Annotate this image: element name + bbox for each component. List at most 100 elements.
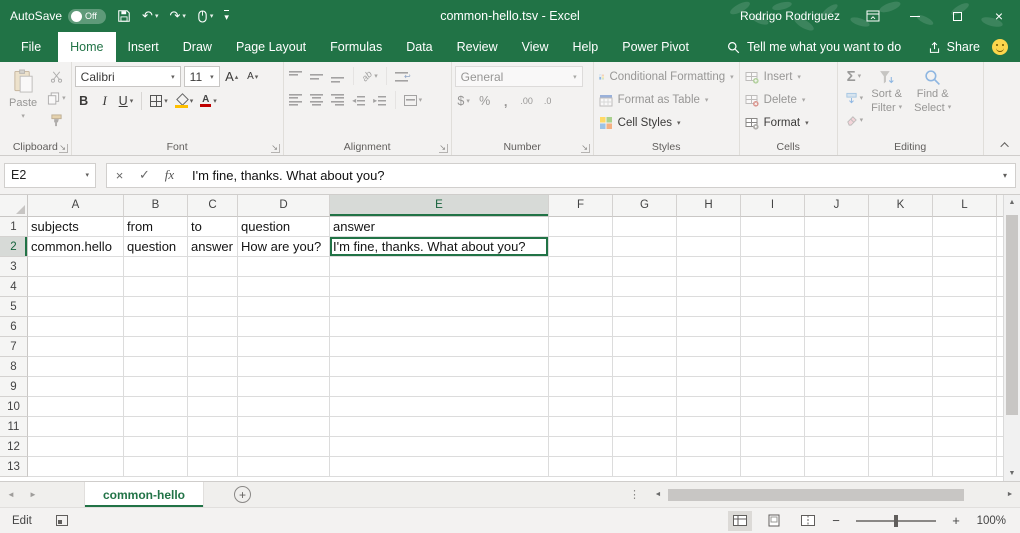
wrap-text-button[interactable]: ↩ (393, 66, 411, 86)
conditional-formatting-button[interactable]: Conditional Formatting ▾ (597, 66, 736, 88)
cell-j1[interactable] (805, 217, 869, 237)
vertical-scrollbar[interactable]: ▲ ▼ (1003, 195, 1020, 481)
cell-g10[interactable] (613, 397, 677, 417)
increase-indent-button[interactable]: ▸ (371, 90, 389, 110)
undo-button[interactable]: ↶ ▾ (142, 8, 158, 24)
row-header-9[interactable]: 9 (0, 377, 28, 397)
underline-button[interactable]: U▾ (117, 91, 136, 111)
cell-d1[interactable]: question (238, 217, 330, 237)
cell-d12[interactable] (238, 437, 330, 457)
cell-h3[interactable] (677, 257, 741, 277)
cell-a7[interactable] (28, 337, 124, 357)
cell-c1[interactable]: to (188, 217, 238, 237)
column-header-k[interactable]: K (869, 195, 933, 217)
cell-h13[interactable] (677, 457, 741, 477)
decrease-font-size-button[interactable]: A▾ (244, 67, 262, 87)
row-header-11[interactable]: 11 (0, 417, 28, 437)
cell-i1[interactable] (741, 217, 805, 237)
tab-draw[interactable]: Draw (171, 32, 224, 62)
cell-d6[interactable] (238, 317, 330, 337)
cell-g7[interactable] (613, 337, 677, 357)
clipboard-dialog-launcher[interactable]: ↘ (59, 144, 68, 153)
cell-a13[interactable] (28, 457, 124, 477)
tab-review[interactable]: Review (445, 32, 510, 62)
column-header-j[interactable]: J (805, 195, 869, 217)
cell-h2[interactable] (677, 237, 741, 257)
cell-c9[interactable] (188, 377, 238, 397)
increase-font-size-button[interactable]: A▴ (223, 67, 241, 87)
cell-f9[interactable] (549, 377, 613, 397)
cell-c13[interactable] (188, 457, 238, 477)
cell-a3[interactable] (28, 257, 124, 277)
align-left-button[interactable] (287, 90, 305, 110)
row-header-4[interactable]: 4 (0, 277, 28, 297)
scroll-right-icon[interactable]: ► (1002, 491, 1018, 498)
cell-k3[interactable] (869, 257, 933, 277)
column-header-e[interactable]: E (330, 195, 549, 217)
cell-j6[interactable] (805, 317, 869, 337)
customize-qat-button[interactable]: ▾ (224, 10, 229, 23)
page-layout-view-button[interactable] (762, 511, 786, 531)
cell-l1[interactable] (933, 217, 997, 237)
cell-i4[interactable] (741, 277, 805, 297)
column-header-b[interactable]: B (124, 195, 188, 217)
tab-file[interactable]: File (4, 32, 58, 62)
cell-j9[interactable] (805, 377, 869, 397)
cell-l4[interactable] (933, 277, 997, 297)
cell-a6[interactable] (28, 317, 124, 337)
bold-button[interactable]: B (75, 91, 93, 111)
column-header-f[interactable]: F (549, 195, 613, 217)
row-header-8[interactable]: 8 (0, 357, 28, 377)
tab-home[interactable]: Home (58, 32, 115, 62)
cell-l6[interactable] (933, 317, 997, 337)
cell-h12[interactable] (677, 437, 741, 457)
page-break-view-button[interactable] (796, 511, 820, 531)
cell-f3[interactable] (549, 257, 613, 277)
cell-c5[interactable] (188, 297, 238, 317)
cell-f12[interactable] (549, 437, 613, 457)
delete-cells-button[interactable]: Delete ▾ (743, 89, 834, 111)
tab-page-layout[interactable]: Page Layout (224, 32, 318, 62)
zoom-level[interactable]: 100% (972, 515, 1006, 527)
decrease-indent-button[interactable]: ◂ (350, 90, 368, 110)
decrease-decimal-button[interactable]: .0 (539, 91, 557, 111)
cancel-button[interactable]: × (107, 164, 132, 187)
cut-button[interactable] (45, 66, 68, 86)
column-header-g[interactable]: G (613, 195, 677, 217)
cell-j12[interactable] (805, 437, 869, 457)
increase-decimal-button[interactable]: .00 (518, 91, 536, 111)
cell-i2[interactable] (741, 237, 805, 257)
cell-j11[interactable] (805, 417, 869, 437)
cell-b7[interactable] (124, 337, 188, 357)
font-color-button[interactable]: A ▾ (198, 91, 219, 111)
cell-h9[interactable] (677, 377, 741, 397)
cell-i10[interactable] (741, 397, 805, 417)
normal-view-button[interactable] (728, 511, 752, 531)
cell-k9[interactable] (869, 377, 933, 397)
font-size-select[interactable]: 11 ▾ (184, 66, 220, 87)
align-top-button[interactable] (287, 66, 305, 86)
row-header-7[interactable]: 7 (0, 337, 28, 357)
cell-a10[interactable] (28, 397, 124, 417)
cell-g8[interactable] (613, 357, 677, 377)
cell-i13[interactable] (741, 457, 805, 477)
cell-j4[interactable] (805, 277, 869, 297)
cell-k2[interactable] (869, 237, 933, 257)
cell-e9[interactable] (330, 377, 549, 397)
insert-function-button[interactable]: fx (157, 164, 182, 187)
touch-mouse-mode-button[interactable]: ▾ (197, 10, 214, 23)
clear-button[interactable]: ▾ (843, 110, 866, 130)
cell-i5[interactable] (741, 297, 805, 317)
cell-j10[interactable] (805, 397, 869, 417)
cell-a12[interactable] (28, 437, 124, 457)
cell-j5[interactable] (805, 297, 869, 317)
tell-me-search[interactable]: Tell me what you want to do (727, 32, 901, 62)
cell-k5[interactable] (869, 297, 933, 317)
cell-e5[interactable] (330, 297, 549, 317)
format-cells-button[interactable]: Format ▾ (743, 112, 834, 134)
name-box[interactable]: E2 ▾ (4, 163, 96, 188)
cell-i6[interactable] (741, 317, 805, 337)
cell-c4[interactable] (188, 277, 238, 297)
macro-record-icon[interactable] (56, 515, 68, 526)
share-button[interactable]: Share (918, 32, 990, 62)
